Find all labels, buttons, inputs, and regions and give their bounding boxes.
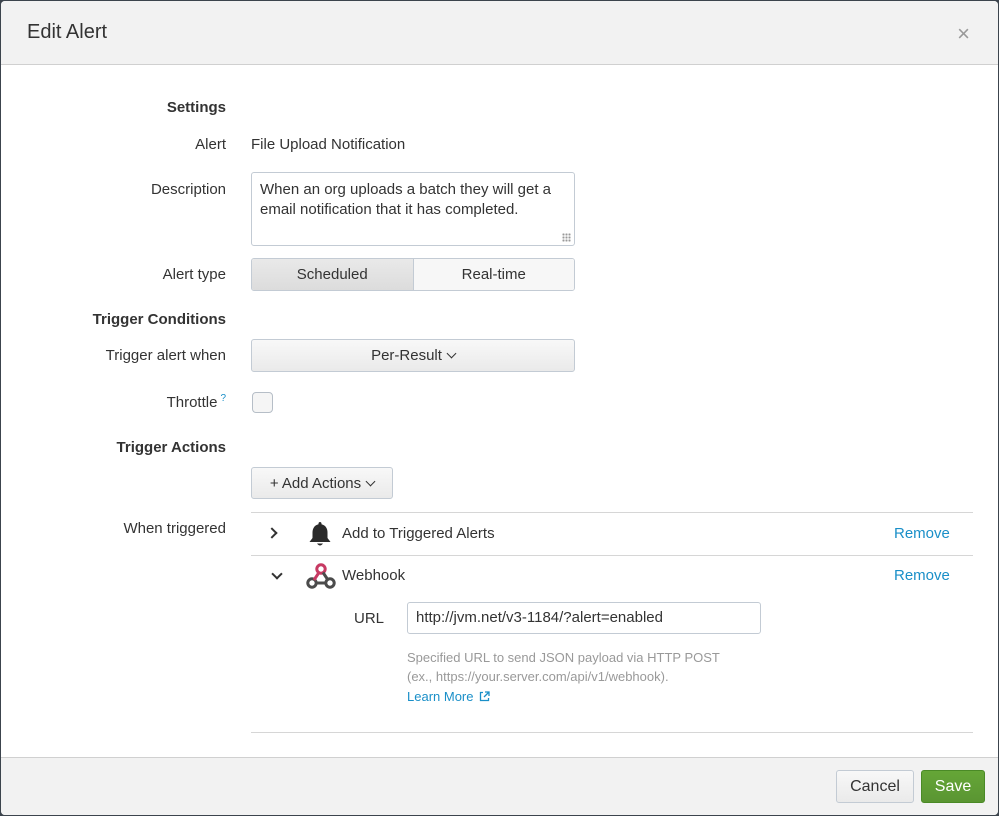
divider (251, 732, 973, 733)
cancel-button[interactable]: Cancel (836, 770, 914, 803)
trigger-conditions-heading: Trigger Conditions (92, 311, 226, 328)
close-icon[interactable]: × (957, 23, 970, 45)
webhook-help-line1: Specified URL to send JSON payload via H… (407, 650, 720, 665)
remove-webhook-button[interactable]: Remove (894, 567, 950, 584)
divider (251, 512, 973, 513)
throttle-label-wrap: Throttle? (1, 393, 226, 411)
resize-grip-icon[interactable] (562, 233, 571, 242)
alert-type-toggle: Scheduled Real-time (251, 258, 575, 291)
add-actions-button[interactable]: + Add Actions (251, 467, 393, 499)
description-label: Description (150, 181, 226, 198)
alert-name-value: File Upload Notification (251, 136, 406, 153)
modal-title: Edit Alert (27, 21, 108, 43)
alert-label: Alert (195, 136, 226, 153)
throttle-label: Throttle (166, 394, 218, 411)
modal-footer: Cancel Save (1, 757, 998, 815)
trigger-when-value: Per-Result (371, 347, 442, 364)
trigger-when-label: Trigger alert when (105, 347, 226, 364)
external-link-icon (479, 691, 490, 702)
throttle-checkbox[interactable] (252, 392, 273, 413)
divider (251, 555, 973, 556)
action-name-webhook: Webhook (342, 567, 406, 584)
collapse-chevron-down-icon[interactable] (271, 568, 283, 580)
learn-more-label: Learn More (407, 689, 474, 704)
webhook-url-label: URL (354, 610, 385, 627)
remove-triggered-alerts-button[interactable]: Remove (894, 525, 950, 542)
alert-type-scheduled[interactable]: Scheduled (252, 259, 414, 290)
add-actions-label: + Add Actions (269, 474, 362, 492)
settings-heading: Settings (166, 99, 226, 116)
when-triggered-label: When triggered (123, 520, 226, 537)
trigger-when-dropdown[interactable]: Per-Result (251, 339, 575, 372)
alert-type-label: Alert type (162, 266, 226, 283)
webhook-icon (306, 563, 336, 589)
save-button[interactable]: Save (921, 770, 985, 803)
bell-icon (309, 522, 331, 546)
modal-header: Edit Alert × (1, 1, 998, 65)
webhook-url-input[interactable]: http://jvm.net/v3-1184/?alert=enabled (407, 602, 761, 634)
expand-chevron-right-icon[interactable] (266, 527, 278, 539)
learn-more-link[interactable]: Learn More (407, 689, 490, 704)
alert-type-realtime[interactable]: Real-time (413, 259, 574, 290)
throttle-help-icon[interactable]: ? (220, 393, 226, 404)
webhook-help-line2: (ex., https://your.server.com/api/v1/web… (407, 669, 669, 684)
trigger-actions-heading: Trigger Actions (116, 439, 226, 456)
edit-alert-modal: Edit Alert × Settings Alert File Upload … (1, 1, 998, 815)
action-name-triggered-alerts: Add to Triggered Alerts (342, 525, 495, 542)
description-text: When an org uploads a batch they will ge… (260, 181, 552, 218)
chevron-down-icon (446, 348, 457, 359)
chevron-down-icon (365, 476, 376, 486)
description-textarea[interactable]: When an org uploads a batch they will ge… (251, 172, 575, 246)
